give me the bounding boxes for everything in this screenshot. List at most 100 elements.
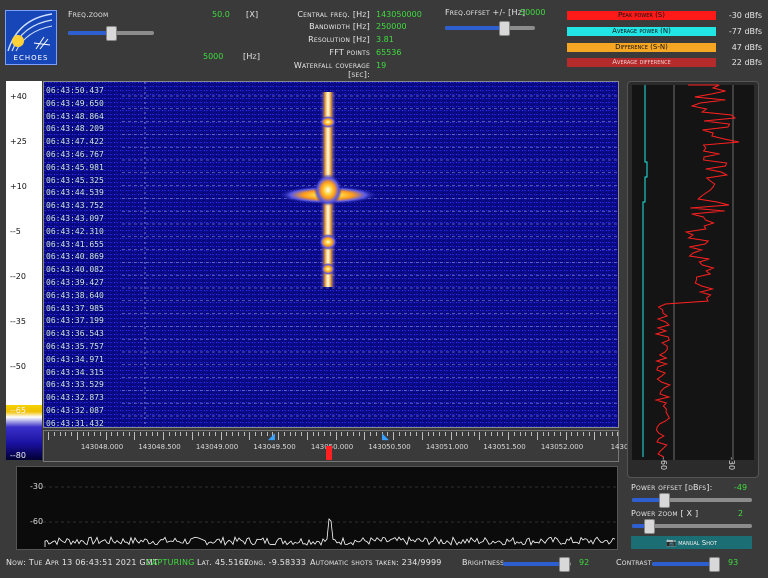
brightness-slider-thumb[interactable] <box>559 557 570 572</box>
frequency-tick-mark <box>163 432 164 440</box>
brightness-slider[interactable] <box>503 557 571 572</box>
frequency-tick-mark <box>111 432 113 436</box>
frequency-tick-mark <box>398 432 400 436</box>
offset-marker-left-icon[interactable]: ◢ <box>268 432 275 442</box>
power-zoom-value: 2 <box>738 509 744 518</box>
freq-zoom-slider[interactable] <box>68 26 154 41</box>
power-offset-label: Power offset [dBfs]: <box>631 483 713 492</box>
frequency-tick-mark <box>145 432 147 436</box>
scale-label-m35: --35 <box>10 317 26 326</box>
scale-label-10: +10 <box>10 182 27 191</box>
frequency-tick-mark <box>502 432 504 436</box>
frequency-tick-mark <box>59 432 61 436</box>
vertical-power-panel: -60 -30 <box>627 81 759 478</box>
frequency-tick-mark <box>237 432 239 436</box>
frequency-tick-mark <box>542 432 544 436</box>
frequency-tick-mark <box>180 432 182 436</box>
freq-second-value: 5000 <box>203 52 224 61</box>
frequency-tick-mark <box>128 432 130 436</box>
frequency-tick-mark <box>467 432 469 436</box>
waterfall-timestamp: 06:43:39.427 <box>46 278 104 287</box>
frequency-tick-mark <box>255 432 256 436</box>
waterfall-timestamp: 06:43:37.985 <box>46 303 104 313</box>
freq-zoom-unit: [X] <box>246 10 259 19</box>
contrast-value: 93 <box>728 558 739 567</box>
offset-marker-right-icon[interactable]: ◣ <box>382 432 389 442</box>
waterfall-display[interactable]: 06:43:50.437 06:43:49.650 06:43:48.864 06:4… <box>43 81 619 428</box>
frequency-tick-mark <box>600 432 601 436</box>
frequency-tick-mark <box>220 432 222 440</box>
frequency-tick-mark <box>140 432 141 436</box>
legend-average-difference-value: 22 dBfs <box>731 58 762 67</box>
power-offset-slider[interactable] <box>632 493 752 508</box>
frequency-tick-mark <box>105 432 107 440</box>
contrast-slider[interactable] <box>652 557 720 572</box>
freq-offset-value: 50000 <box>520 8 546 17</box>
fft-points-value: 65536 <box>376 48 402 57</box>
frequency-tick-mark <box>421 432 423 440</box>
manual-shot-button[interactable]: 📷 manual Shot <box>631 536 752 549</box>
waterfall-image <box>44 82 618 427</box>
frequency-tick-label: 143050.000 <box>310 443 354 451</box>
manual-shot-label: manual Shot <box>678 539 717 547</box>
waterfall-timestamp: 06:43:49.650 <box>46 98 104 108</box>
power-zoom-slider[interactable] <box>632 519 752 534</box>
frequency-tick-mark <box>214 432 216 436</box>
frequency-tick-mark <box>65 432 67 436</box>
frequency-axis[interactable]: 143048.000 143048.500 143049.000 143049.500… <box>43 430 628 462</box>
frequency-tick-mark <box>519 432 521 436</box>
contrast-label: Contrast <box>616 558 652 567</box>
frequency-tick-mark <box>168 432 170 436</box>
frequency-tick-mark <box>335 432 337 440</box>
frequency-tick-mark <box>48 432 49 440</box>
frequency-tick-mark <box>53 432 55 436</box>
frequency-tick-mark <box>554 432 555 436</box>
frequency-tick-mark <box>439 432 440 436</box>
scale-label-m20: --20 <box>10 272 26 281</box>
spectrum-label-m30: -30 <box>30 482 44 491</box>
freq-offset-slider[interactable] <box>445 21 535 36</box>
frequency-tick-mark <box>427 432 429 436</box>
waterfall-timestamp: 06:43:48.209 <box>46 124 104 134</box>
frequency-tick-mark <box>536 432 538 440</box>
frequency-tick-mark <box>243 432 245 436</box>
echoes-logo: ECHOES <box>5 10 57 65</box>
frequency-tick-mark <box>358 432 360 436</box>
fft-points-label: FFT points <box>329 48 370 57</box>
frequency-tick-mark <box>191 432 193 440</box>
center-frequency-marker <box>326 446 332 460</box>
frequency-tick-mark <box>508 432 509 440</box>
waterfall-timestamp: 06:43:40.082 <box>46 265 104 275</box>
contrast-slider-thumb[interactable] <box>709 557 720 572</box>
freq-offset-slider-thumb[interactable] <box>499 21 510 36</box>
scale-label-m80: --80 <box>10 451 26 460</box>
freq-zoom-slider-thumb[interactable] <box>106 26 117 41</box>
status-state: CAPTURING <box>146 558 195 567</box>
frequency-tick-mark <box>456 432 458 436</box>
power-zoom-slider-thumb[interactable] <box>644 519 655 534</box>
waterfall-timestamp: 06:43:48.864 <box>46 111 104 121</box>
freq-zoom-label: Freq.zoom <box>68 10 109 19</box>
status-shots: Automatic shots taken: 234/9999 <box>310 558 442 567</box>
legend-peak-power-value: -30 dBfs <box>728 11 762 20</box>
waterfall-timestamp: 06:43:32.087 <box>46 406 104 415</box>
power-offset-slider-thumb[interactable] <box>659 493 670 508</box>
logo-text: ECHOES <box>13 54 49 62</box>
legend-average-difference-label: Average difference <box>612 58 671 66</box>
frequency-tick-mark <box>594 432 596 440</box>
frequency-tick-mark <box>151 432 153 436</box>
waterfall-timestamp: 06:43:34.315 <box>46 367 104 377</box>
waterfall-timestamp: 06:43:45.325 <box>46 175 104 185</box>
waterfall-timestamp: 06:43:47.422 <box>46 137 104 147</box>
frequency-tick-mark <box>393 432 394 440</box>
scale-label-m65: --65 <box>10 406 26 415</box>
frequency-tick-label: 143051.000 <box>425 443 469 451</box>
frequency-tick-mark <box>88 432 90 436</box>
legend-difference-label: Difference (S-N) <box>615 43 668 51</box>
power-offset-value: -49 <box>734 483 748 492</box>
waterfall-timestamp: 06:43:50.437 <box>46 86 104 95</box>
frequency-tick-mark <box>306 432 308 440</box>
frequency-tick-mark <box>444 432 446 436</box>
frequency-tick-mark <box>295 432 297 436</box>
central-freq-value: 143050000 <box>376 10 422 19</box>
